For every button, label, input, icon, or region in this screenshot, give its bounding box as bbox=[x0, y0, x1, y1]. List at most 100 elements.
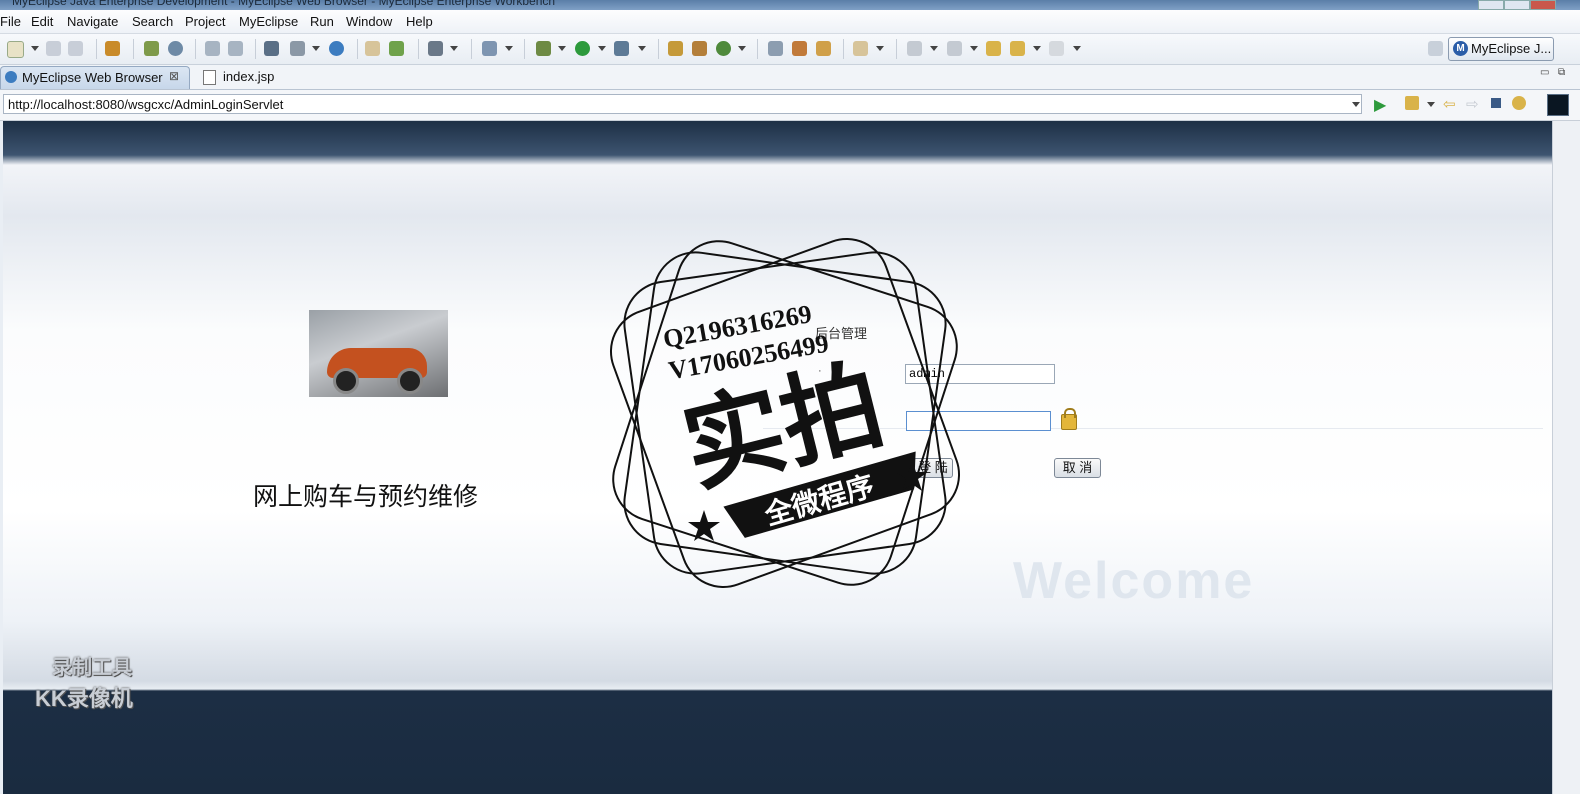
add-folder-icon[interactable] bbox=[389, 41, 404, 56]
cancel-button[interactable]: 取 消 bbox=[1054, 458, 1101, 478]
run-icon[interactable] bbox=[575, 41, 590, 56]
toolbar-separator bbox=[471, 39, 472, 59]
new-icon[interactable] bbox=[7, 41, 24, 58]
next-annotation-dropdown-icon[interactable] bbox=[930, 46, 938, 51]
maximize-button[interactable] bbox=[1504, 0, 1530, 10]
toolbar-separator bbox=[96, 39, 97, 59]
refresh-dropdown-icon[interactable] bbox=[738, 46, 746, 51]
forward-dropdown-icon[interactable] bbox=[1073, 46, 1081, 51]
globe-icon bbox=[5, 71, 17, 83]
external-tools-dropdown-icon[interactable] bbox=[638, 46, 646, 51]
wizard-icon[interactable] bbox=[482, 41, 497, 56]
edit-icon[interactable] bbox=[205, 41, 220, 56]
camera-icon[interactable] bbox=[428, 41, 443, 56]
menu-project[interactable]: Project bbox=[185, 14, 225, 29]
menu-window[interactable]: Window bbox=[346, 14, 392, 29]
tab-label: index.jsp bbox=[223, 69, 275, 84]
server-icon[interactable] bbox=[168, 41, 183, 56]
save-icon[interactable] bbox=[46, 41, 61, 56]
new-dropdown-icon[interactable] bbox=[31, 46, 39, 51]
menu-file[interactable]: File bbox=[0, 14, 21, 29]
debug-config-icon[interactable] bbox=[144, 41, 159, 56]
open-perspective-icon[interactable] bbox=[1428, 41, 1443, 56]
rocket-icon[interactable] bbox=[792, 41, 807, 56]
maximize-view-icon[interactable]: ⧉ bbox=[1558, 67, 1565, 78]
menu-navigate[interactable]: Navigate bbox=[67, 14, 118, 29]
browser-extra-icon[interactable] bbox=[1547, 94, 1569, 116]
toolbar-separator bbox=[843, 39, 844, 59]
menu-help[interactable]: Help bbox=[406, 14, 433, 29]
stop-icon[interactable] bbox=[1491, 98, 1501, 108]
url-input[interactable] bbox=[3, 94, 1362, 114]
perspective-label: MyEclipse J... bbox=[1471, 41, 1552, 56]
run-dropdown-icon[interactable] bbox=[598, 46, 606, 51]
toolbar-separator bbox=[255, 39, 256, 59]
search-folder-icon[interactable] bbox=[853, 41, 868, 56]
watermark-stamp: Q2196316269 V17060256499 实拍 全微程序 bbox=[609, 237, 961, 589]
browser-back-icon[interactable]: ⇦ bbox=[1443, 95, 1456, 113]
jsp-file-icon bbox=[203, 70, 216, 85]
window-title: MyEclipse Java Enterprise Development - … bbox=[12, 0, 556, 8]
site-title: 网上购车与预约维修 bbox=[253, 483, 479, 511]
close-window-button[interactable] bbox=[1530, 0, 1556, 10]
reload-icon[interactable] bbox=[1512, 96, 1526, 110]
toolbar-separator bbox=[658, 39, 659, 59]
open-type-icon[interactable] bbox=[768, 41, 783, 56]
tab-web-browser[interactable]: MyEclipse Web Browser ⊠ bbox=[0, 66, 190, 89]
minimize-button[interactable] bbox=[1478, 0, 1504, 10]
camera-dropdown-icon[interactable] bbox=[450, 46, 458, 51]
open-resource-icon[interactable] bbox=[816, 41, 831, 56]
editor-tab-bar: MyEclipse Web Browser ⊠ index.jsp ▭ ⧉ bbox=[0, 65, 1580, 90]
recorder-line1: 录制工具 bbox=[52, 657, 132, 679]
file-dropdown-icon[interactable] bbox=[312, 46, 320, 51]
toolbar-separator bbox=[133, 39, 134, 59]
deploy-icon[interactable] bbox=[105, 41, 120, 56]
debug-icon[interactable] bbox=[536, 41, 551, 56]
main-toolbar: M MyEclipse J... bbox=[0, 34, 1580, 65]
perspective-switcher[interactable]: M MyEclipse J... bbox=[1448, 37, 1554, 61]
external-tools-icon[interactable] bbox=[614, 41, 629, 56]
lock-icon bbox=[1061, 408, 1077, 430]
project-icon[interactable] bbox=[264, 41, 279, 56]
file-icon[interactable] bbox=[290, 41, 305, 56]
browser-forward-icon[interactable]: ⇨ bbox=[1466, 95, 1479, 113]
toolbar-separator bbox=[418, 39, 419, 59]
menu-edit[interactable]: Edit bbox=[31, 14, 53, 29]
next-annotation-icon[interactable] bbox=[907, 41, 922, 56]
close-tab-icon[interactable]: ⊠ bbox=[169, 69, 179, 83]
back-dropdown-icon[interactable] bbox=[1033, 46, 1041, 51]
globe-icon[interactable] bbox=[329, 41, 344, 56]
favorites-icon[interactable] bbox=[1405, 96, 1419, 110]
toolbar-separator bbox=[524, 39, 525, 59]
minimize-view-icon[interactable]: ▭ bbox=[1540, 67, 1549, 78]
debug-dropdown-icon[interactable] bbox=[558, 46, 566, 51]
toolbar-separator bbox=[195, 39, 196, 59]
prev-annotation-dropdown-icon[interactable] bbox=[970, 46, 978, 51]
new-class-icon[interactable] bbox=[668, 41, 683, 56]
print-icon[interactable] bbox=[68, 41, 83, 56]
tab-index-jsp[interactable]: index.jsp bbox=[195, 66, 300, 88]
car-image bbox=[309, 310, 448, 397]
myeclipse-icon: M bbox=[1453, 41, 1468, 56]
menu-myeclipse[interactable]: MyEclipse bbox=[239, 14, 298, 29]
go-icon[interactable]: ▶ bbox=[1374, 95, 1386, 115]
forward-icon[interactable] bbox=[1049, 41, 1064, 56]
edit2-icon[interactable] bbox=[228, 41, 243, 56]
prev-annotation-icon[interactable] bbox=[947, 41, 962, 56]
toolbar-separator bbox=[757, 39, 758, 59]
browser-url-bar: ▶ ⇦ ⇨ bbox=[0, 90, 1580, 121]
favorites-dropdown-icon[interactable] bbox=[1427, 102, 1435, 107]
url-history-dropdown-icon[interactable] bbox=[1352, 102, 1360, 107]
new-package-icon[interactable] bbox=[692, 41, 707, 56]
toolbar-separator bbox=[357, 39, 358, 59]
menu-run[interactable]: Run bbox=[310, 14, 334, 29]
back-icon[interactable] bbox=[1010, 41, 1025, 56]
recorder-line2: KK录像机 bbox=[35, 686, 133, 711]
window-title-bar: MyEclipse Java Enterprise Development - … bbox=[0, 0, 1580, 10]
menu-search[interactable]: Search bbox=[132, 14, 173, 29]
search-dropdown-icon[interactable] bbox=[876, 46, 884, 51]
refresh-icon[interactable] bbox=[716, 41, 731, 56]
last-edit-icon[interactable] bbox=[986, 41, 1001, 56]
open-folder-icon[interactable] bbox=[365, 41, 380, 56]
wizard-dropdown-icon[interactable] bbox=[505, 46, 513, 51]
